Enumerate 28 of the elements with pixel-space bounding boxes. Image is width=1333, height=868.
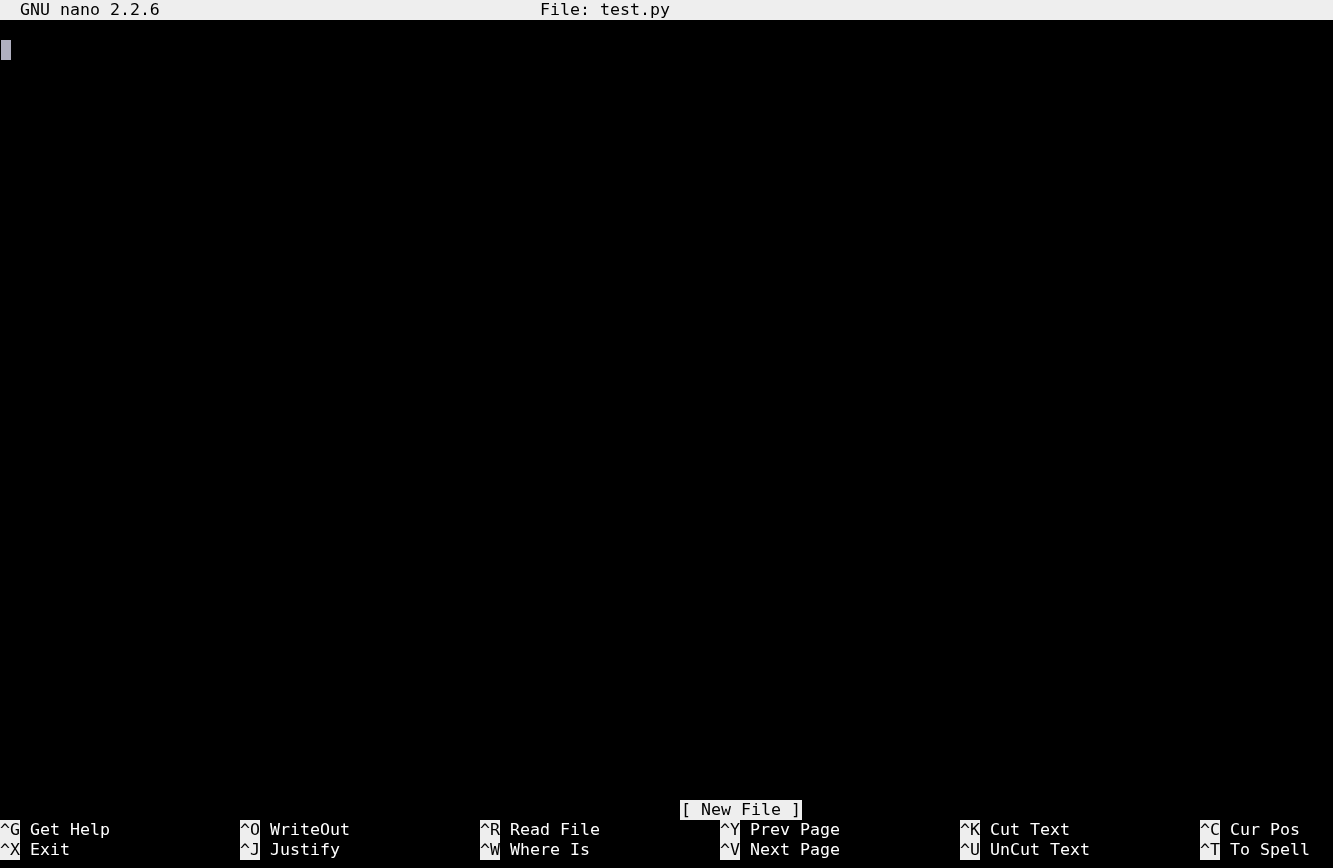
shortcut-key: ^G — [0, 820, 20, 840]
shortcut-key: ^O — [240, 820, 260, 840]
shortcut-key: ^T — [1200, 840, 1220, 860]
shortcut-key: ^K — [960, 820, 980, 840]
shortcut-key: ^W — [480, 840, 500, 860]
shortcut-label: UnCut Text — [990, 840, 1090, 860]
shortcut-label: To Spell — [1230, 840, 1310, 860]
shortcut-label: Cur Pos — [1230, 820, 1300, 840]
file-name: File: test.py — [540, 0, 670, 20]
program-version: GNU nano 2.2.6 — [20, 0, 161, 20]
shortcut-key: ^X — [0, 840, 20, 860]
shortcut-label: Get Help — [30, 820, 110, 840]
shortcut-key: ^C — [1200, 820, 1220, 840]
shortcut-key: ^Y — [720, 820, 740, 840]
shortcut-label: Exit — [30, 840, 70, 860]
shortcut-key: ^U — [960, 840, 980, 860]
status-message: [ New File ] — [680, 800, 802, 820]
shortcut-label: Cut Text — [990, 820, 1070, 840]
shortcut-label: Prev Page — [750, 820, 840, 840]
shortcut-key: ^J — [240, 840, 260, 860]
shortcut-label: WriteOut — [270, 820, 350, 840]
shortcut-key: ^R — [480, 820, 500, 840]
shortcut-label: Read File — [510, 820, 600, 840]
shortcut-label: Justify — [270, 840, 340, 860]
shortcut-label: Where Is — [510, 840, 590, 860]
shortcut-label: Next Page — [750, 840, 840, 860]
text-cursor — [1, 40, 11, 60]
shortcut-key: ^V — [720, 840, 740, 860]
